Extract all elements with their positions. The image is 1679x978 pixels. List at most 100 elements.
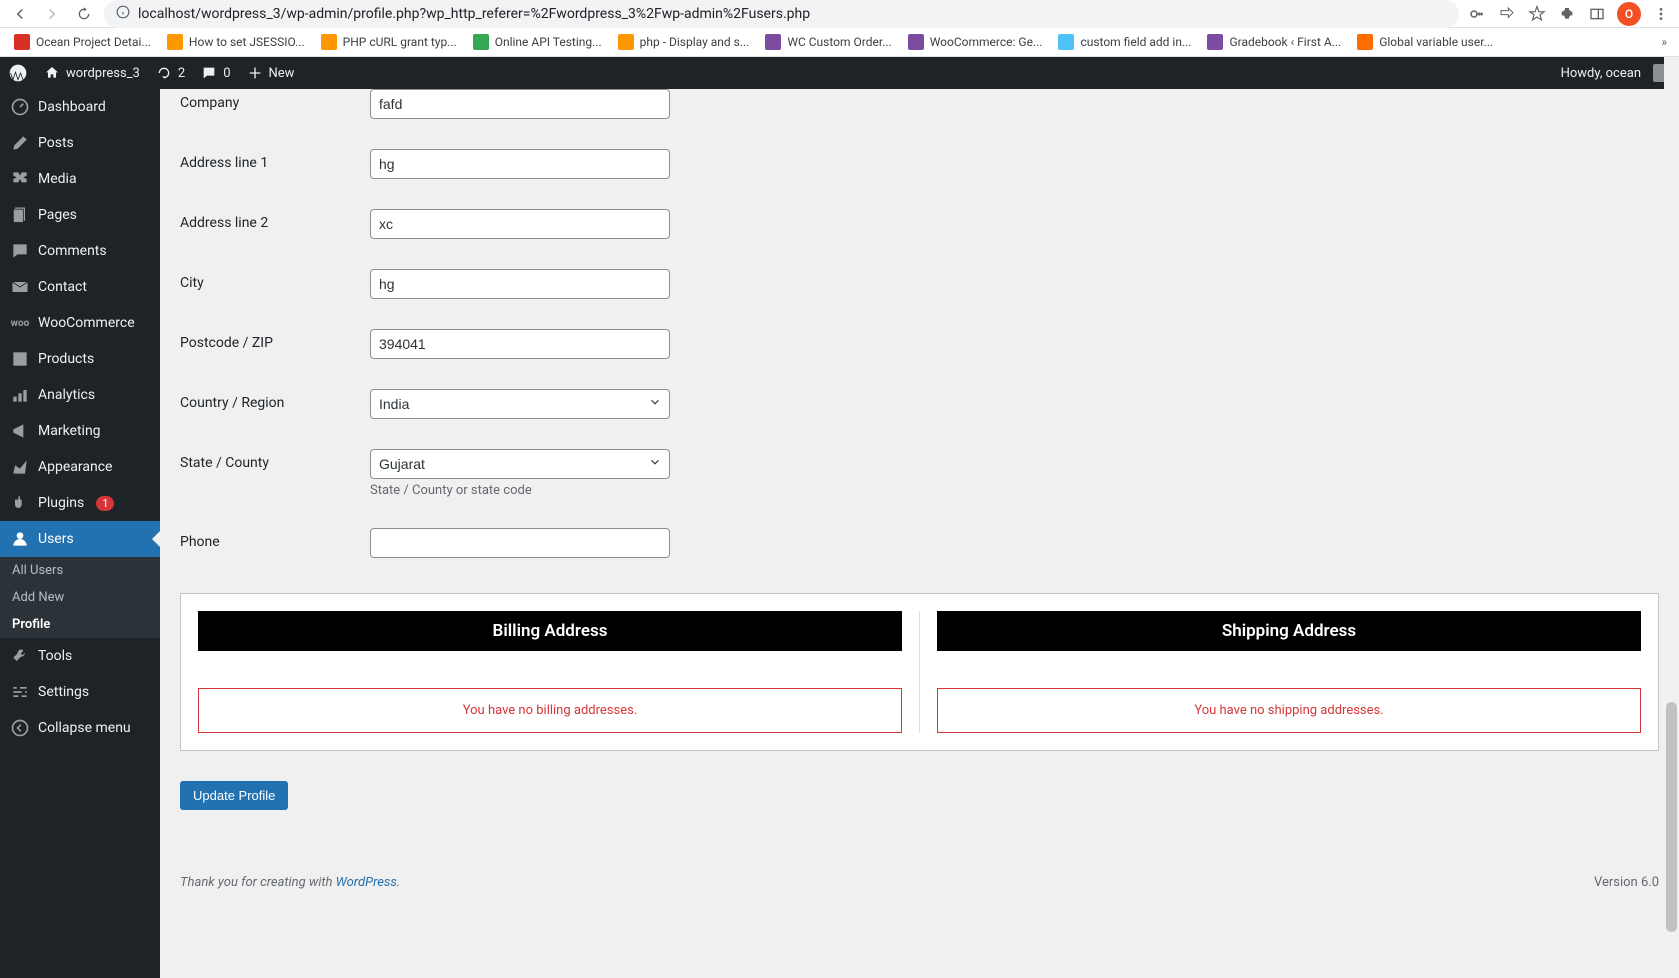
dashboard-icon (10, 97, 30, 117)
appearance-icon (10, 457, 30, 477)
divider (919, 611, 920, 733)
share-icon[interactable] (1497, 4, 1517, 24)
new-label: New (269, 66, 295, 81)
sidebar-item-products[interactable]: Products (0, 341, 160, 377)
sidebar-item-users[interactable]: Users (0, 521, 160, 557)
wp-admin-bar: wordpress_3 2 0 New Howdy, ocean (0, 57, 1679, 89)
bookmark-favicon (618, 34, 634, 50)
address1-label: Address line 1 (180, 149, 370, 171)
bookmarks-overflow[interactable]: » (1657, 31, 1671, 53)
chrome-menu-icon[interactable] (1651, 4, 1671, 24)
postcode-label: Postcode / ZIP (180, 329, 370, 351)
shipping-column: Shipping Address You have no shipping ad… (937, 611, 1641, 733)
bookmark-item[interactable]: Ocean Project Detai... (8, 30, 157, 54)
bookmark-label: WooCommerce: Ge... (930, 35, 1043, 49)
sidebar-item-label: Media (38, 171, 77, 187)
howdy-user[interactable]: Howdy, ocean (1553, 57, 1679, 89)
submenu-item-add-new[interactable]: Add New (0, 584, 160, 611)
sidebar-item-collapse-menu[interactable]: Collapse menu (0, 710, 160, 746)
address2-input[interactable] (370, 209, 670, 239)
bookmark-favicon (1357, 34, 1373, 50)
bookmark-label: How to set JSESSIO... (189, 35, 305, 49)
tools-icon (10, 646, 30, 666)
bookmark-favicon (765, 34, 781, 50)
panel-icon[interactable] (1587, 4, 1607, 24)
reload-button[interactable] (72, 2, 96, 26)
sidebar-item-posts[interactable]: Posts (0, 125, 160, 161)
city-input[interactable] (370, 269, 670, 299)
shipping-header: Shipping Address (937, 611, 1641, 651)
updates-count: 2 (178, 66, 185, 81)
billing-header: Billing Address (198, 611, 902, 651)
sidebar-item-comments[interactable]: Comments (0, 233, 160, 269)
company-input[interactable] (370, 89, 670, 119)
bookmark-label: php - Display and s... (640, 35, 750, 49)
bookmark-item[interactable]: Global variable user... (1351, 30, 1499, 54)
sidebar-item-marketing[interactable]: Marketing (0, 413, 160, 449)
bookmark-label: Online API Testing... (495, 35, 602, 49)
bookmark-item[interactable]: PHP cURL grant typ... (315, 30, 463, 54)
footer-wp-link[interactable]: WordPress (336, 875, 397, 890)
submenu-item-profile[interactable]: Profile (0, 611, 160, 638)
sidebar-item-label: Pages (38, 207, 77, 223)
new-link[interactable]: New (239, 57, 303, 89)
marketing-icon (10, 421, 30, 441)
bookmark-item[interactable]: custom field add in... (1052, 30, 1197, 54)
extensions-icon[interactable] (1557, 4, 1577, 24)
updates-link[interactable]: 2 (148, 57, 193, 89)
scrollbar[interactable] (1664, 57, 1679, 978)
bookmark-label: PHP cURL grant typ... (343, 35, 457, 49)
company-label: Company (180, 89, 370, 111)
bookmark-item[interactable]: WooCommerce: Ge... (902, 30, 1049, 54)
sidebar-item-appearance[interactable]: Appearance (0, 449, 160, 485)
sidebar-item-label: Dashboard (38, 99, 106, 115)
scrollbar-thumb[interactable] (1666, 702, 1677, 932)
wp-logo[interactable] (0, 57, 36, 89)
address-section: Billing Address You have no billing addr… (180, 593, 1659, 751)
update-badge: 1 (96, 496, 114, 511)
sidebar-item-tools[interactable]: Tools (0, 638, 160, 674)
update-profile-button[interactable]: Update Profile (180, 781, 288, 810)
submenu: All UsersAdd NewProfile (0, 557, 160, 638)
address1-input[interactable] (370, 149, 670, 179)
country-select[interactable]: India (370, 389, 670, 419)
sidebar-item-analytics[interactable]: Analytics (0, 377, 160, 413)
sidebar-item-media[interactable]: Media (0, 161, 160, 197)
state-select[interactable]: Gujarat (370, 449, 670, 479)
sidebar-item-pages[interactable]: Pages (0, 197, 160, 233)
sidebar-item-plugins[interactable]: Plugins1 (0, 485, 160, 521)
url-text: localhost/wordpress_3/wp-admin/profile.p… (138, 6, 810, 22)
chrome-avatar[interactable]: O (1617, 2, 1641, 26)
sidebar-item-label: Posts (38, 135, 74, 151)
sidebar-item-settings[interactable]: Settings (0, 674, 160, 710)
bookmark-favicon (321, 34, 337, 50)
bookmark-item[interactable]: Online API Testing... (467, 30, 608, 54)
key-icon[interactable] (1467, 4, 1487, 24)
back-button[interactable] (8, 2, 32, 26)
footer-thanks-prefix: Thank you for creating with (180, 875, 336, 890)
bookmark-item[interactable]: Gradebook ‹ First A... (1201, 30, 1347, 54)
plugins-icon (10, 493, 30, 513)
postcode-input[interactable] (370, 329, 670, 359)
sidebar-item-label: Marketing (38, 423, 101, 439)
footer-thanks-suffix: . (397, 875, 400, 890)
url-bar[interactable]: localhost/wordpress_3/wp-admin/profile.p… (104, 0, 1459, 28)
forward-button[interactable] (40, 2, 64, 26)
bookmark-item[interactable]: WC Custom Order... (759, 30, 897, 54)
sidebar-item-label: Comments (38, 243, 107, 259)
phone-input[interactable] (370, 528, 670, 558)
sidebar-item-contact[interactable]: Contact (0, 269, 160, 305)
content-area: Company Address line 1 Address line 2 Ci… (160, 89, 1679, 978)
site-home[interactable]: wordpress_3 (36, 57, 148, 89)
sidebar-item-woocommerce[interactable]: wooWooCommerce (0, 305, 160, 341)
state-label: State / County (180, 449, 370, 471)
bookmark-item[interactable]: How to set JSESSIO... (161, 30, 311, 54)
bookmark-favicon (14, 34, 30, 50)
browser-toolbar: localhost/wordpress_3/wp-admin/profile.p… (0, 0, 1679, 28)
star-icon[interactable] (1527, 4, 1547, 24)
bookmark-item[interactable]: php - Display and s... (612, 30, 756, 54)
collapse-icon (10, 718, 30, 738)
sidebar-item-dashboard[interactable]: Dashboard (0, 89, 160, 125)
comments-link[interactable]: 0 (193, 57, 238, 89)
submenu-item-all-users[interactable]: All Users (0, 557, 160, 584)
